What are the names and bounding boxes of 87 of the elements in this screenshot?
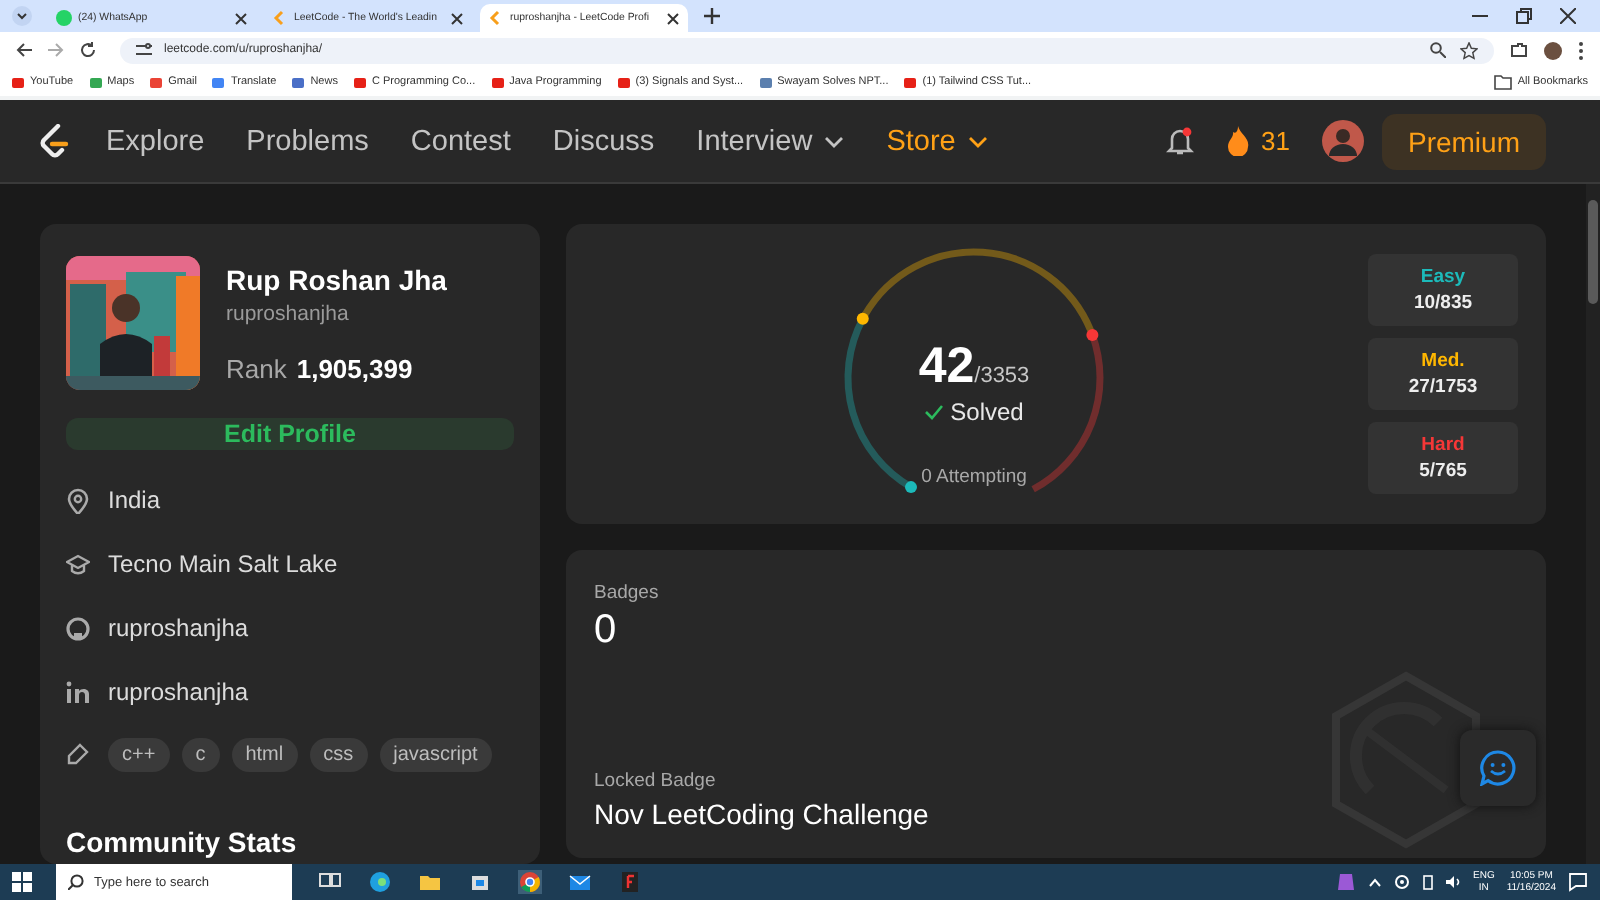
leetcode-logo-icon[interactable] <box>38 123 70 159</box>
detail-text: Tecno Main Salt Lake <box>108 550 338 578</box>
username: ruproshanjha <box>226 302 351 326</box>
premium-button[interactable]: Premium <box>1381 113 1546 169</box>
locked-badge-icon <box>1326 670 1486 850</box>
site-info-icon[interactable] <box>136 42 152 58</box>
nav-link[interactable]: Discuss <box>552 125 655 157</box>
profile-link[interactable]: ruproshanjha <box>108 678 249 706</box>
close-icon[interactable] <box>1560 8 1576 24</box>
edge-icon[interactable] <box>368 870 392 894</box>
restore-icon[interactable] <box>1516 8 1532 24</box>
new-tab-icon[interactable] <box>704 8 720 24</box>
site-icon <box>272 10 288 26</box>
difficulty-label: Med. <box>1421 350 1465 372</box>
detail-text: India <box>108 486 161 514</box>
github-icon <box>66 615 90 641</box>
location-pin-icon <box>66 487 90 513</box>
edit-profile-button[interactable]: Edit Profile <box>66 418 514 450</box>
caret-icon <box>967 135 988 147</box>
nav-link[interactable]: Problems <box>246 125 369 157</box>
check-icon <box>924 404 945 420</box>
close-icon[interactable] <box>234 11 248 25</box>
tag-icon <box>66 742 90 768</box>
feedback-button[interactable] <box>1460 730 1536 806</box>
search-icon <box>68 874 84 890</box>
difficulty-label: Easy <box>1420 266 1466 288</box>
zoom-icon[interactable] <box>1430 42 1446 58</box>
profile-link[interactable]: ruproshanjha <box>108 614 249 642</box>
badges-count: 0 <box>594 608 619 654</box>
caret-icon <box>824 135 845 147</box>
attempting-count: 0 Attempting <box>921 466 1027 488</box>
skill-tag[interactable]: javascript <box>379 738 492 772</box>
smiley-chat-icon <box>1480 750 1516 786</box>
locked-badge-label: Locked Badge <box>594 770 718 792</box>
site-icon <box>488 10 504 26</box>
battery-icon[interactable] <box>1421 874 1433 890</box>
nav-link[interactable]: Explore <box>106 125 205 157</box>
site-icon <box>56 10 72 26</box>
rank-value: 1,905,399 <box>296 354 413 384</box>
store-icon[interactable] <box>468 870 492 894</box>
star-icon[interactable] <box>1460 41 1478 59</box>
mail-icon[interactable] <box>568 870 592 894</box>
difficulty-label: Hard <box>1421 434 1465 456</box>
difficulty-count: 5/765 <box>1419 460 1467 482</box>
difficulty-count: 10/835 <box>1413 292 1473 314</box>
app-icon[interactable] <box>618 870 642 894</box>
caret-icon[interactable] <box>1367 877 1381 887</box>
notification-icon[interactable] <box>1568 872 1588 892</box>
nav-link[interactable]: Store <box>886 125 988 157</box>
scrollbar-thumb[interactable] <box>1588 200 1598 304</box>
nav-link[interactable]: Interview <box>696 125 845 157</box>
badges-label: Badges <box>594 582 661 604</box>
profile-avatar[interactable] <box>1544 41 1562 59</box>
folder-icon <box>1493 74 1512 90</box>
extensions-icon[interactable] <box>1510 41 1528 59</box>
skill-tag[interactable]: c <box>181 738 220 772</box>
app-icon[interactable] <box>1335 872 1355 892</box>
nav-link[interactable]: Contest <box>410 125 511 157</box>
bell-icon[interactable] <box>1165 126 1194 156</box>
user-name: Rup Roshan Jha <box>226 264 447 296</box>
windows-start-icon[interactable] <box>12 872 32 892</box>
chrome-icon[interactable] <box>518 870 542 894</box>
tab-search-icon[interactable] <box>12 6 32 26</box>
locked-badge-name: Nov LeetCoding Challenge <box>594 798 931 830</box>
folder-icon[interactable] <box>418 870 442 894</box>
solved-count: 42 <box>918 338 975 396</box>
reload-icon[interactable] <box>80 42 96 58</box>
close-icon[interactable] <box>666 11 680 25</box>
network-icon[interactable] <box>1393 874 1409 890</box>
close-icon[interactable] <box>450 11 464 25</box>
skill-tag[interactable]: html <box>231 738 298 772</box>
linkedin-icon <box>66 679 90 705</box>
solved-label: Solved <box>950 398 1024 426</box>
skill-tag[interactable]: c++ <box>108 738 170 772</box>
difficulty-count: 27/1753 <box>1408 376 1478 398</box>
graduation-cap-icon <box>66 551 90 577</box>
rank-label: Rank <box>226 354 287 384</box>
user-avatar-icon[interactable] <box>1321 120 1364 162</box>
total-count: /3353 <box>974 364 1030 388</box>
streak-count: 31 <box>1261 126 1290 156</box>
section-title: Community Stats <box>66 826 299 858</box>
scrollbar[interactable] <box>1586 184 1600 864</box>
skill-tag[interactable]: css <box>309 738 368 772</box>
speaker-icon[interactable] <box>1445 874 1461 890</box>
back-icon[interactable] <box>16 42 32 58</box>
more-icon[interactable] <box>1578 41 1584 59</box>
fire-icon[interactable] <box>1225 126 1250 156</box>
